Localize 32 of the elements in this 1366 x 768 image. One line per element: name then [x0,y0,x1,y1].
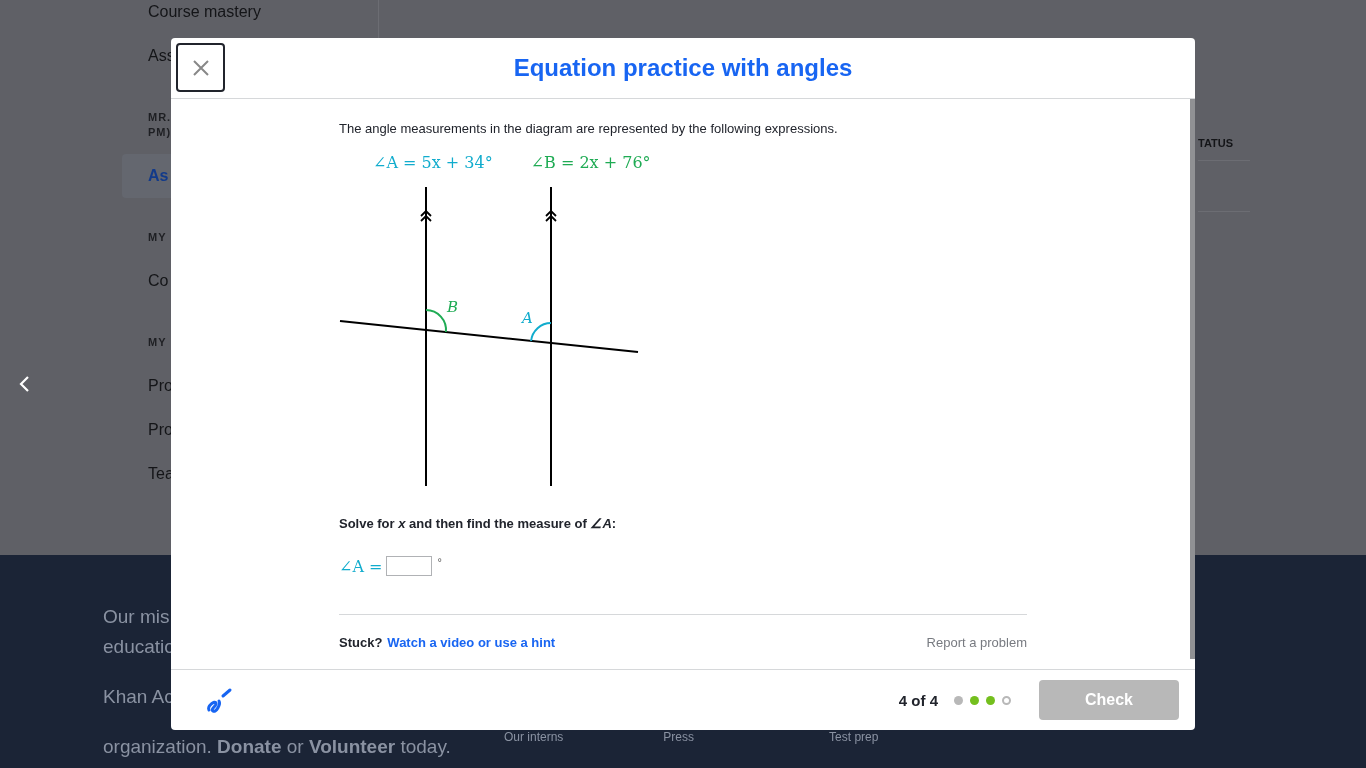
report-link[interactable]: Report a problem [926,635,1027,650]
close-icon [191,58,210,77]
question-text: The angle measurements in the diagram are represented by the following expressions. [339,120,839,138]
stuck-label: Stuck? [339,635,383,650]
sidebar-heading: MY [148,335,167,350]
footer-link[interactable]: Press [663,730,695,744]
angle-expression: ∠B = 2x + 76° [530,152,651,174]
hint-link[interactable]: Watch a video or use a hint [387,635,556,650]
footer-text: Our mis [103,605,170,629]
footer-link[interactable]: Test prep [829,730,879,744]
scrollbar[interactable] [1190,99,1195,659]
close-button[interactable] [176,43,225,92]
answer-label: ∠A = [339,556,383,576]
angle-label: A [522,309,533,327]
column-header: TATUS [1198,137,1250,161]
answer-field[interactable] [386,556,433,576]
sidebar-item[interactable]: As [148,167,169,185]
sidebar-item[interactable]: Co [148,272,169,290]
scratchpad-icon[interactable] [205,686,233,714]
question-prompt: Solve for x and then find the measure of ∠A: [339,515,618,533]
back-chevron-icon[interactable] [18,375,31,393]
progress-count: 4 of 4 [898,691,938,709]
modal-title: Equation practice with angles [513,54,853,82]
sidebar-heading: MY [148,230,167,245]
angle-expression: ∠A = 5x + 34° [373,152,493,174]
sidebar-heading: MR. [148,110,172,125]
angle-label: B [447,298,459,316]
footer-link[interactable]: Our interns [504,730,564,744]
degree-unit: ° [437,556,442,568]
footer-text: organization. Donate or Volunteer today. [103,735,451,759]
sidebar-heading: PM) [148,125,172,140]
sidebar-item[interactable]: Course mastery [148,3,261,21]
